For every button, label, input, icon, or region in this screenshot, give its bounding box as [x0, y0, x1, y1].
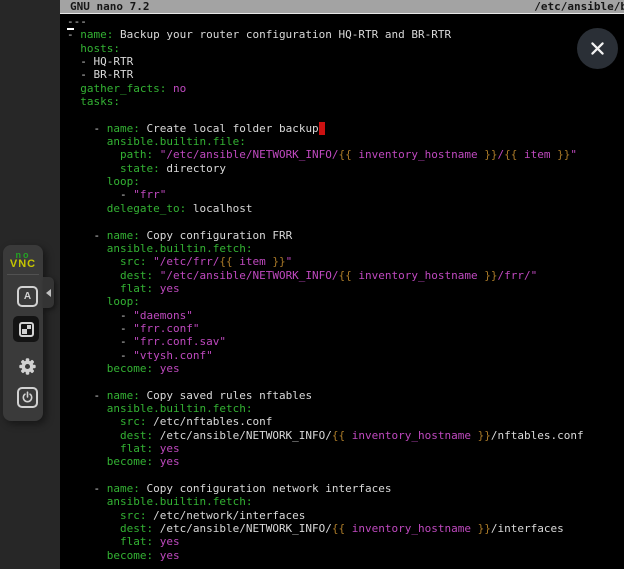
control-bar-handle[interactable] [43, 277, 54, 308]
keyboard-button[interactable]: A [17, 286, 38, 307]
code-line: ansible.builtin.file: [67, 135, 624, 148]
vnc-screen-terminal[interactable]: GNU nano 7.2 /etc/ansible/b ---- name: B… [60, 0, 624, 569]
keyboard-key-icon: A [24, 291, 31, 302]
settings-button[interactable] [16, 355, 39, 378]
control-bar-divider [7, 274, 39, 275]
code-line: become: yes [67, 362, 624, 375]
code-line: flat: yes [67, 535, 624, 548]
code-line: - HQ-RTR [67, 55, 624, 68]
code-line: - name: Copy configuration network inter… [67, 482, 624, 495]
code-line: become: yes [67, 455, 624, 468]
code-line: ansible.builtin.fetch: [67, 242, 624, 255]
code-line: dest: /etc/ansible/NETWORK_INFO/{{ inven… [67, 429, 624, 442]
code-line: - "daemons" [67, 309, 624, 322]
code-line [67, 108, 624, 121]
code-line: become: yes [67, 549, 624, 562]
code-line: hosts: [67, 42, 624, 55]
code-line: flat: yes [67, 282, 624, 295]
code-line: - "vtysh.conf" [67, 349, 624, 362]
code-line: src: /etc/network/interfaces [67, 509, 624, 522]
code-line: - name: Copy saved rules nftables [67, 389, 624, 402]
nano-edit-buffer[interactable]: ---- name: Backup your router configurat… [60, 14, 624, 562]
code-line: dest: /etc/ansible/NETWORK_INFO/{{ inven… [67, 522, 624, 535]
code-line: - "frr" [67, 188, 624, 201]
code-line: - name: Create local folder backup [67, 122, 624, 135]
code-line: dest: "/etc/ansible/NETWORK_INFO/{{ inve… [67, 269, 624, 282]
code-line: src: "/etc/frr/{{ item }}" [67, 255, 624, 268]
power-icon [21, 391, 34, 404]
fullscreen-icon [19, 322, 34, 337]
code-line: delegate_to: localhost [67, 202, 624, 215]
nano-version-title: GNU nano 7.2 [70, 0, 149, 13]
power-button[interactable] [17, 387, 38, 408]
novnc-logo: no VNC [3, 252, 43, 269]
code-line: - name: Backup your router configuration… [67, 28, 624, 41]
gear-icon [17, 356, 38, 377]
code-line [67, 215, 624, 228]
fullscreen-button[interactable] [13, 316, 39, 342]
code-line: - name: Copy configuration FRR [67, 229, 624, 242]
code-line [67, 469, 624, 482]
nano-titlebar: GNU nano 7.2 /etc/ansible/b [60, 0, 624, 14]
code-line: state: directory [67, 162, 624, 175]
code-line: - "frr.conf" [67, 322, 624, 335]
collapse-arrow-icon [46, 289, 51, 297]
code-line: tasks: [67, 95, 624, 108]
code-line: - "frr.conf.sav" [67, 335, 624, 348]
code-line: gather_facts: no [67, 82, 624, 95]
code-line: flat: yes [67, 442, 624, 455]
close-icon [589, 40, 606, 57]
novnc-logo-bottom: VNC [3, 259, 43, 269]
code-line: loop: [67, 295, 624, 308]
code-line: ansible.builtin.fetch: [67, 402, 624, 415]
code-line: src: /etc/nftables.conf [67, 415, 624, 428]
close-button[interactable] [577, 28, 618, 69]
code-line [67, 375, 624, 388]
code-line: ansible.builtin.fetch: [67, 495, 624, 508]
code-line: loop: [67, 175, 624, 188]
code-line: path: "/etc/ansible/NETWORK_INFO/{{ inve… [67, 148, 624, 161]
code-line: --- [67, 15, 624, 28]
code-line: - BR-RTR [67, 68, 624, 81]
novnc-control-bar: no VNC A [3, 245, 43, 421]
nano-file-path: /etc/ansible/b [534, 0, 624, 13]
